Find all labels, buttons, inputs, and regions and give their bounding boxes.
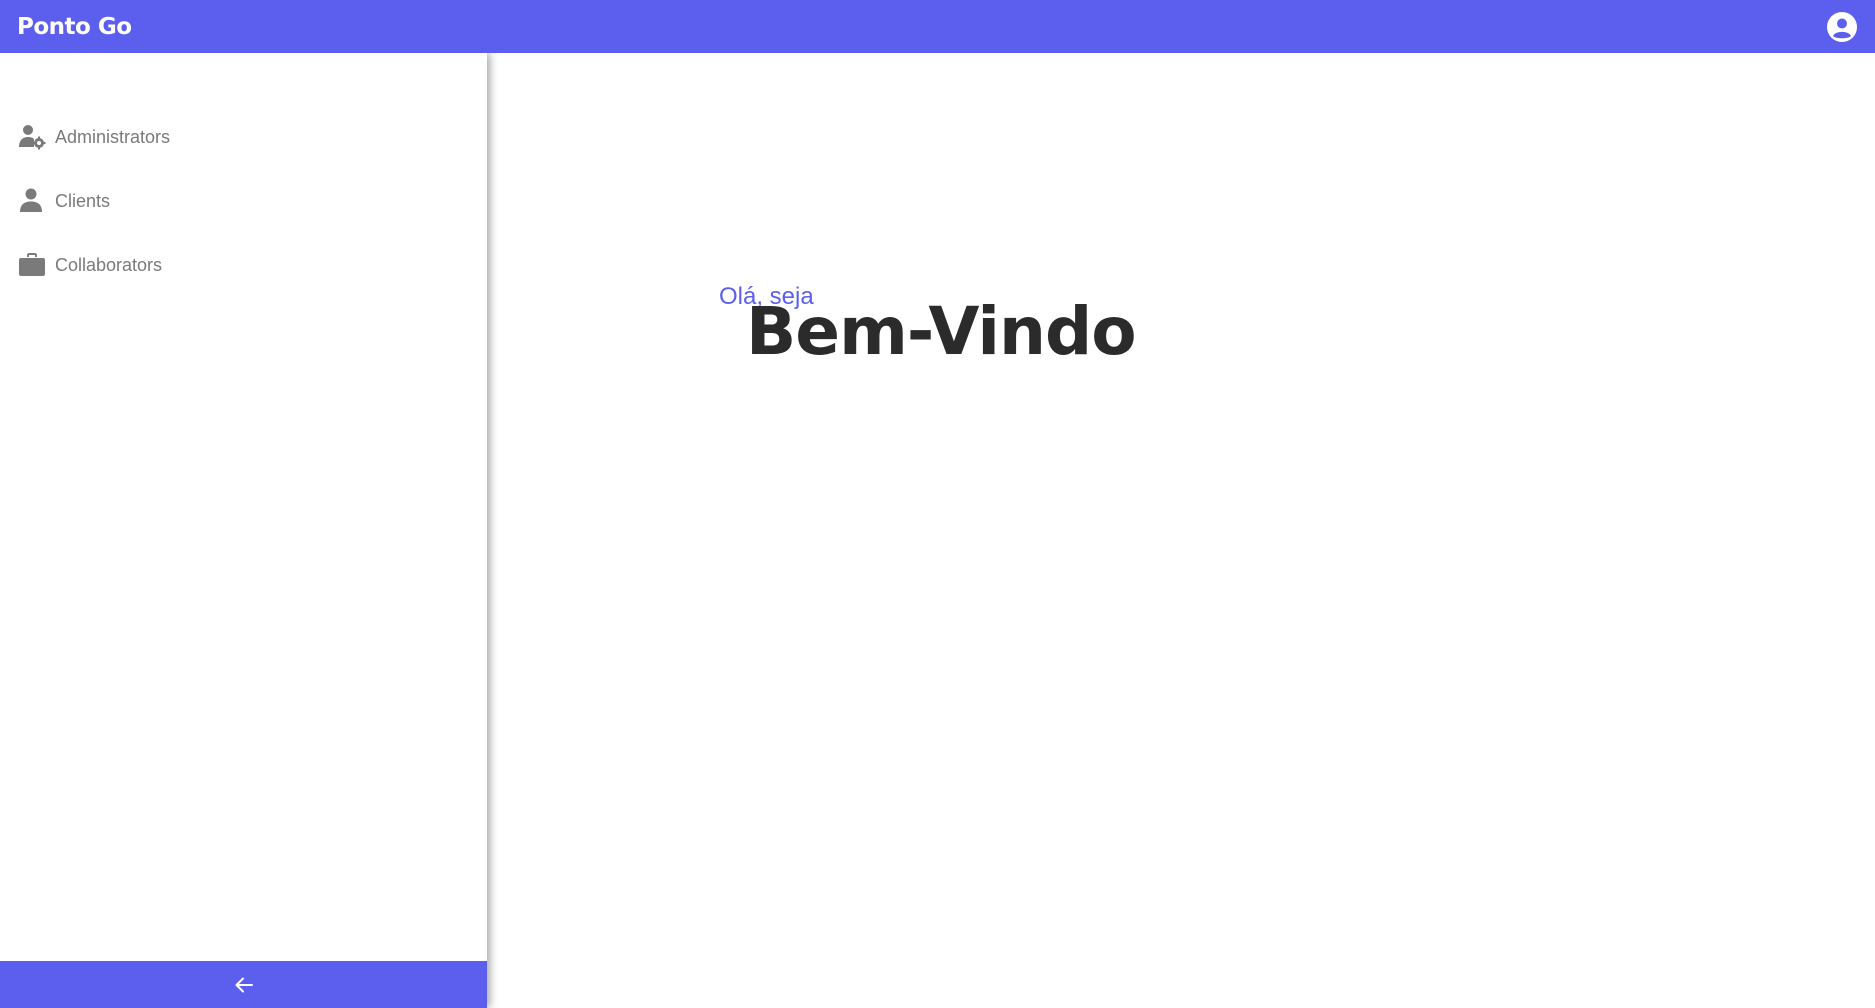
top-app-bar: Ponto Go bbox=[0, 0, 1875, 53]
collapse-sidebar-button[interactable] bbox=[0, 961, 487, 1008]
account-button[interactable] bbox=[1825, 10, 1859, 44]
sidebar-item-collaborators[interactable]: Collaborators bbox=[0, 233, 487, 297]
user-icon bbox=[17, 186, 47, 216]
account-circle-icon bbox=[1827, 11, 1857, 42]
sidebar-item-clients[interactable]: Clients bbox=[0, 169, 487, 233]
brand-title: Ponto Go bbox=[17, 13, 132, 40]
sidebar: Administrators Clients Collaborators bbox=[0, 53, 487, 1008]
user-gear-icon bbox=[17, 122, 47, 152]
sidebar-item-label: Administrators bbox=[55, 126, 171, 147]
sidebar-nav: Administrators Clients Collaborators bbox=[0, 53, 487, 297]
sidebar-item-label: Clients bbox=[55, 190, 111, 211]
briefcase-icon bbox=[17, 250, 47, 280]
arrow-left-icon bbox=[235, 977, 253, 992]
sidebar-item-label: Collaborators bbox=[55, 254, 163, 275]
welcome-headline: Bem-Vindo bbox=[746, 293, 1137, 370]
sidebar-item-administrators[interactable]: Administrators bbox=[0, 105, 487, 169]
main-content: Olá, seja Bem-Vindo bbox=[487, 53, 1875, 1008]
